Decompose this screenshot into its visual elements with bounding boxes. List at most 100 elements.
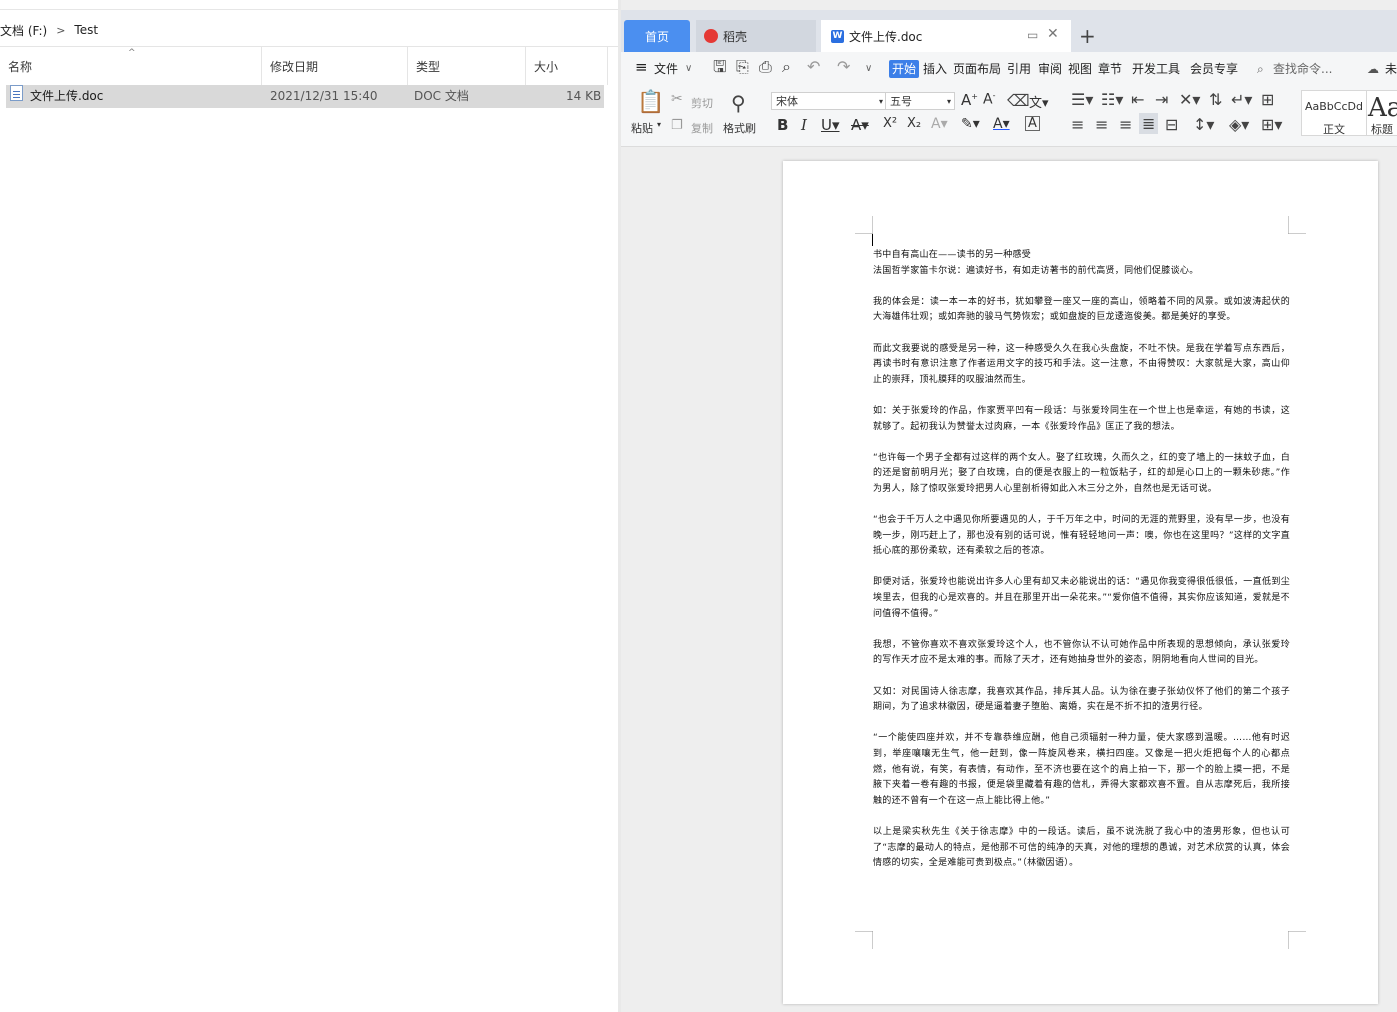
align-left-icon[interactable]: ≡ bbox=[1071, 115, 1084, 134]
save-icon[interactable]: 🖫 bbox=[713, 58, 727, 76]
close-icon[interactable]: ✕ bbox=[1047, 26, 1059, 42]
chevron-right-icon[interactable]: > bbox=[56, 24, 65, 37]
style-heading[interactable]: Aa 标题 bbox=[1367, 90, 1397, 136]
decrease-font-size-icon[interactable]: A- bbox=[983, 91, 995, 108]
ribbon-toolbar: 📋 粘贴 ▾ ✂ 剪切 ❐ 复制 ⚲ 格式刷 宋体 ▾ 五号 ▾ A+ A- ⌫… bbox=[621, 86, 1397, 147]
document-body[interactable]: 书中自有高山在——读书的另一种感受 法国哲学家笛卡尔说：遍读好书，有如走访著书的… bbox=[873, 248, 1290, 887]
font-family-select[interactable]: 宋体 ▾ bbox=[771, 92, 887, 110]
tab-document[interactable]: W 文件上传.doc ▭ ✕ bbox=[821, 20, 1071, 52]
paste-button[interactable]: 粘贴 bbox=[631, 120, 653, 136]
menu-developer[interactable]: 开发工具 bbox=[1132, 60, 1180, 78]
shading-icon[interactable]: ◈▾ bbox=[1229, 115, 1249, 134]
copy-icon[interactable]: ❐ bbox=[671, 118, 683, 133]
bullet-list-icon[interactable]: ☰▾ bbox=[1071, 90, 1093, 109]
font-family-value: 宋体 bbox=[776, 95, 798, 108]
crop-mark-top-left bbox=[855, 216, 873, 234]
font-color-icon[interactable]: A▾ bbox=[993, 116, 1010, 132]
redo-icon[interactable]: ↷ bbox=[837, 58, 850, 76]
show-marks-icon[interactable]: ↵▾ bbox=[1231, 90, 1252, 109]
column-type[interactable]: 类型 bbox=[408, 47, 526, 85]
format-painter-icon[interactable]: ⚲ bbox=[731, 91, 746, 115]
underline-icon[interactable]: U▾ bbox=[821, 116, 840, 134]
column-size-label: 大小 bbox=[534, 59, 559, 74]
highlight-icon[interactable]: ✎▾ bbox=[961, 116, 980, 132]
strikethrough-icon[interactable]: A▾ bbox=[851, 116, 869, 134]
scissors-icon[interactable]: ✂ bbox=[671, 91, 683, 107]
menu-page-layout[interactable]: 页面布局 bbox=[953, 60, 1001, 78]
print-icon[interactable]: ⎙ bbox=[759, 58, 772, 76]
increase-font-size-icon[interactable]: A+ bbox=[961, 91, 978, 109]
align-right-icon[interactable]: ≡ bbox=[1119, 115, 1132, 134]
file-type: DOC 文档 bbox=[414, 89, 469, 103]
increase-indent-icon[interactable]: ⇥ bbox=[1155, 90, 1168, 109]
doc-paragraph: “也会于千万人之中遇见你所要遇见的人，于千万年之中，时间的无涯的荒野里，没有早一… bbox=[873, 515, 1290, 557]
file-modified: 2021/12/31 15:40 bbox=[270, 89, 378, 103]
menu-review[interactable]: 审阅 bbox=[1038, 60, 1062, 78]
line-spacing-icon[interactable]: ↕▾ bbox=[1193, 115, 1214, 134]
format-painter-button[interactable]: 格式刷 bbox=[723, 120, 756, 136]
undo-icon[interactable]: ↶ bbox=[807, 58, 820, 76]
chinese-layout-icon[interactable]: ✕▾ bbox=[1179, 90, 1200, 109]
tab-bar: 首页 稻壳 W 文件上传.doc ▭ ✕ + bbox=[621, 10, 1397, 52]
paste-icon[interactable]: 📋 bbox=[637, 90, 664, 115]
new-tab-button[interactable]: + bbox=[1079, 20, 1096, 52]
numbered-list-icon[interactable]: ☷▾ bbox=[1101, 90, 1123, 109]
chevron-down-icon: ▾ bbox=[946, 97, 951, 106]
menu-file[interactable]: 文件 bbox=[654, 60, 678, 78]
font-size-select[interactable]: 五号 ▾ bbox=[885, 92, 955, 110]
column-name[interactable]: 名称 ^ bbox=[0, 47, 262, 85]
borders-icon[interactable]: ⊞▾ bbox=[1261, 115, 1282, 134]
superscript-icon[interactable]: X² bbox=[883, 116, 897, 131]
menu-view[interactable]: 视图 bbox=[1068, 60, 1092, 78]
print-preview-icon[interactable]: ⌕ bbox=[782, 58, 791, 76]
cloud-icon[interactable]: ☁ bbox=[1367, 60, 1379, 78]
column-name-label: 名称 bbox=[8, 59, 33, 74]
table-tools-icon[interactable]: ⊞ bbox=[1261, 90, 1274, 109]
chevron-down-icon[interactable]: ∨ bbox=[685, 60, 692, 78]
export-pdf-icon[interactable]: ⎘ bbox=[736, 58, 749, 76]
doc-paragraph: 法国哲学家笛卡尔说：遍读好书，有如走访著书的前代高贤，同他们促膝谈心。 bbox=[873, 265, 1199, 276]
copy-button[interactable]: 复制 bbox=[691, 120, 713, 136]
menu-start[interactable]: 开始 bbox=[889, 60, 920, 78]
hamburger-menu-icon[interactable]: ≡ bbox=[635, 58, 648, 76]
menu-insert[interactable]: 插入 bbox=[923, 60, 947, 78]
command-search[interactable]: 查找命令... bbox=[1273, 60, 1332, 78]
menu-references[interactable]: 引用 bbox=[1007, 60, 1031, 78]
menu-member[interactable]: 会员专享 bbox=[1190, 60, 1238, 78]
file-name: 文件上传.doc bbox=[30, 89, 104, 103]
clear-format-icon[interactable]: ⌫ bbox=[1007, 91, 1030, 110]
column-size[interactable]: 大小 bbox=[526, 47, 608, 85]
sort-ascending-icon: ^ bbox=[128, 48, 136, 58]
cut-button[interactable]: 剪切 bbox=[691, 95, 713, 111]
character-border-icon[interactable]: A bbox=[1025, 116, 1040, 131]
style-normal-label: 正文 bbox=[1323, 123, 1345, 136]
distributed-align-icon[interactable]: ⊟ bbox=[1165, 115, 1178, 134]
breadcrumb-folder[interactable]: Test bbox=[74, 23, 98, 37]
tab-daoke-label: 稻壳 bbox=[723, 29, 748, 44]
search-icon[interactable]: ⌕ bbox=[1257, 60, 1264, 78]
restore-window-icon[interactable]: ▭ bbox=[1027, 28, 1038, 42]
file-row[interactable]: 文件上传.doc 2021/12/31 15:40 DOC 文档 14 KB bbox=[6, 85, 604, 108]
italic-icon[interactable]: I bbox=[801, 116, 807, 134]
document-page[interactable]: 书中自有高山在——读书的另一种感受 法国哲学家笛卡尔说：遍读好书，有如走访著书的… bbox=[783, 161, 1378, 1004]
sort-icon[interactable]: ⇅ bbox=[1209, 90, 1222, 109]
column-modified-label: 修改日期 bbox=[270, 59, 319, 74]
chevron-down-icon[interactable]: ▾ bbox=[657, 120, 661, 129]
doc-paragraph: 而此文我要说的感受是另一种，这一种感受久久在我心头盘旋，不吐不快。是我在学着写点… bbox=[873, 343, 1290, 385]
subscript-icon[interactable]: X₂ bbox=[907, 116, 921, 131]
justify-icon[interactable]: ≣ bbox=[1139, 113, 1159, 134]
align-center-icon[interactable]: ≡ bbox=[1095, 115, 1108, 134]
tab-daoke[interactable]: 稻壳 bbox=[696, 20, 816, 52]
phonetic-guide-icon[interactable]: 文▾ bbox=[1029, 92, 1049, 111]
decrease-indent-icon[interactable]: ⇤ bbox=[1131, 90, 1144, 109]
style-normal[interactable]: AaBbCcDd 正文 bbox=[1301, 90, 1367, 136]
more-chevron-icon[interactable]: ∨ bbox=[865, 60, 872, 78]
column-modified[interactable]: 修改日期 bbox=[262, 47, 408, 85]
tab-home[interactable]: 首页 bbox=[624, 20, 690, 52]
menu-chapter[interactable]: 章节 bbox=[1098, 60, 1122, 78]
breadcrumb-drive[interactable]: 文档 (F:) bbox=[0, 22, 47, 39]
text-effect-icon[interactable]: A▾ bbox=[931, 116, 948, 132]
bold-icon[interactable]: B bbox=[777, 116, 788, 134]
doc-paragraph: 又如：对民国诗人徐志摩，我喜欢其作品，排斥其人品。认为徐在妻子张幼仪怀了他们的第… bbox=[873, 686, 1290, 713]
file-explorer-window: 文档 (F:) > Test 名称 ^ 修改日期 类型 大小 文件上传.doc … bbox=[0, 0, 618, 1012]
